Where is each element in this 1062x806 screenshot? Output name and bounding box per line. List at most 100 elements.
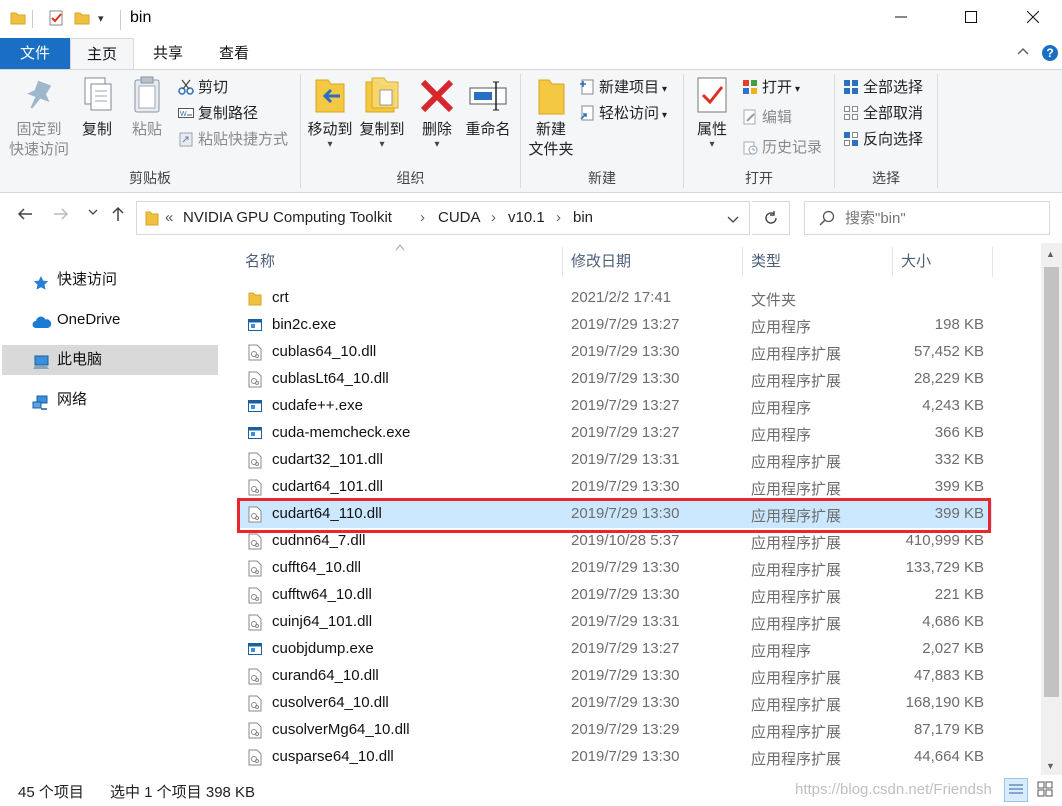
nav-item-network[interactable]: 网络 xyxy=(2,385,218,415)
file-row[interactable]: cudafe++.exe 2019/7/29 13:27 应用程序 4,243 KB xyxy=(238,393,992,420)
copy-button[interactable]: 复制 xyxy=(74,74,120,140)
refresh-icon xyxy=(764,211,777,224)
column-header-size[interactable]: 大小 xyxy=(901,243,991,281)
file-row[interactable]: cuobjdump.exe 2019/7/29 13:27 应用程序 2,027 KB xyxy=(238,636,992,663)
maximize-button[interactable] xyxy=(948,0,994,38)
tab-view[interactable]: 查看 xyxy=(202,38,266,70)
nav-item-quick-access[interactable]: 快速访问 xyxy=(2,265,218,295)
breadcrumb-v10-1[interactable]: v10.1 xyxy=(508,209,545,226)
scroll-up-arrow-icon[interactable]: ▲ xyxy=(1046,249,1055,259)
file-row[interactable]: cuda-memcheck.exe 2019/7/29 13:27 应用程序 366 … xyxy=(238,420,992,447)
address-path-box[interactable]: « NVIDIA GPU Computing Toolkit › CUDA › … xyxy=(136,201,750,235)
cut-button[interactable]: 剪切 xyxy=(178,76,228,100)
file-type: 应用程序扩展 xyxy=(751,724,842,741)
column-header-name[interactable]: 名称 xyxy=(245,243,561,281)
address-dropdown-button[interactable] xyxy=(727,212,739,229)
properties-button[interactable]: 属性 ▾ xyxy=(690,74,734,150)
select-all-button[interactable]: 全部选择 xyxy=(843,76,923,100)
help-icon[interactable]: ? xyxy=(1042,45,1058,61)
column-divider[interactable] xyxy=(562,247,563,277)
history-button[interactable]: 历史记录 xyxy=(742,136,822,160)
file-row[interactable]: cudnn64_7.dll 2019/10/28 5:37 应用程序扩展 410,99… xyxy=(238,528,992,555)
paste-button[interactable]: 粘贴 xyxy=(124,74,170,140)
open-button[interactable]: 打开 ▾ xyxy=(742,76,800,100)
pin-quick-access-button[interactable]: 固定到 快速访问 xyxy=(6,74,72,160)
new-item-button[interactable]: 新建项目 ▾ xyxy=(579,76,667,100)
up-button[interactable] xyxy=(110,205,126,228)
edit-label: 编辑 xyxy=(762,109,793,126)
invert-selection-button[interactable]: 反向选择 xyxy=(843,128,923,152)
maximize-icon xyxy=(965,10,977,28)
file-row[interactable]: cusolverMg64_10.dll 2019/7/29 13:29 应用程序扩展… xyxy=(238,717,992,744)
file-type: 应用程序扩展 xyxy=(751,616,842,633)
nav-item-this-pc[interactable]: 此电脑 xyxy=(2,345,218,375)
breadcrumb-overflow[interactable]: « xyxy=(165,209,173,226)
scroll-down-arrow-icon[interactable]: ▼ xyxy=(1046,761,1055,771)
properties-qa-icon[interactable] xyxy=(48,10,64,30)
copy-to-button[interactable]: 复制到 ▾ xyxy=(357,74,407,150)
file-row[interactable]: cusparse64_10.dll 2019/7/29 13:30 应用程序扩展 44… xyxy=(238,744,992,771)
easy-access-button[interactable]: 轻松访问 ▾ xyxy=(579,102,667,126)
new-folder-qa-icon[interactable] xyxy=(74,10,90,30)
file-date: 2019/7/29 13:30 xyxy=(571,478,680,495)
select-none-button[interactable]: 全部取消 xyxy=(843,102,923,126)
tab-share[interactable]: 共享 xyxy=(136,38,200,70)
breadcrumb-separator[interactable]: › xyxy=(420,209,425,226)
details-view-button[interactable] xyxy=(1004,778,1028,802)
search-input[interactable] xyxy=(845,208,1035,228)
file-row[interactable]: cudart64_110.dll 2019/7/29 13:30 应用程序扩展 399… xyxy=(238,501,992,528)
collapse-ribbon-icon[interactable] xyxy=(1016,44,1030,61)
folder-icon xyxy=(10,10,26,30)
paste-icon xyxy=(127,74,167,118)
file-row[interactable]: cufftw64_10.dll 2019/7/29 13:30 应用程序扩展 221 … xyxy=(238,582,992,609)
forward-button[interactable] xyxy=(52,205,70,228)
file-row[interactable]: cudart32_101.dll 2019/7/29 13:31 应用程序扩展 332… xyxy=(238,447,992,474)
file-row[interactable]: cublas64_10.dll 2019/7/29 13:30 应用程序扩展 57,4… xyxy=(238,339,992,366)
scrollbar-thumb[interactable] xyxy=(1044,267,1059,697)
file-row[interactable]: cufft64_10.dll 2019/7/29 13:30 应用程序扩展 133,7… xyxy=(238,555,992,582)
edit-button[interactable]: 编辑 xyxy=(742,106,792,130)
column-divider[interactable] xyxy=(892,247,893,277)
breadcrumb-cuda[interactable]: CUDA xyxy=(438,209,481,226)
file-name: cudnn64_7.dll xyxy=(272,532,366,549)
column-header-date[interactable]: 修改日期 xyxy=(571,243,741,281)
new-folder-button[interactable]: 新建 文件夹 xyxy=(525,74,577,160)
recent-locations-dropdown[interactable] xyxy=(88,207,98,220)
file-row[interactable]: cusolver64_10.dll 2019/7/29 13:30 应用程序扩展 16… xyxy=(238,690,992,717)
chevron-down-icon: ▾ xyxy=(379,139,385,150)
file-row[interactable]: cublasLt64_10.dll 2019/7/29 13:30 应用程序扩展 28… xyxy=(238,366,992,393)
file-row[interactable]: cudart64_101.dll 2019/7/29 13:30 应用程序扩展 399… xyxy=(238,474,992,501)
refresh-button[interactable] xyxy=(752,201,790,235)
tab-file[interactable]: 文件 xyxy=(0,38,70,70)
large-icons-view-button[interactable] xyxy=(1034,778,1058,802)
breadcrumb-bin[interactable]: bin xyxy=(573,209,593,226)
file-row[interactable]: cuinj64_101.dll 2019/7/29 13:31 应用程序扩展 4,68… xyxy=(238,609,992,636)
search-box[interactable] xyxy=(804,201,1050,235)
column-header-type[interactable]: 类型 xyxy=(751,243,891,281)
back-button[interactable] xyxy=(16,205,34,228)
column-divider[interactable] xyxy=(742,247,743,277)
breadcrumb-separator[interactable]: › xyxy=(556,209,561,226)
breadcrumb-separator[interactable]: › xyxy=(491,209,496,226)
delete-button[interactable]: 删除 ▾ xyxy=(417,74,457,150)
vertical-scrollbar[interactable]: ▲ ▼ xyxy=(1041,243,1062,775)
cut-label: 剪切 xyxy=(198,79,229,96)
rename-button[interactable]: 重命名 xyxy=(461,74,515,140)
copy-path-button[interactable]: W 复制路径 xyxy=(178,102,258,126)
breadcrumb-nvidia[interactable]: NVIDIA GPU Computing Toolkit xyxy=(183,209,392,226)
column-divider[interactable] xyxy=(992,247,993,277)
scissors-icon xyxy=(178,79,194,95)
file-row[interactable]: curand64_10.dll 2019/7/29 13:30 应用程序扩展 47,8… xyxy=(238,663,992,690)
file-row[interactable]: bin2c.exe 2019/7/29 13:27 应用程序 198 KB xyxy=(238,312,992,339)
minimize-button[interactable] xyxy=(878,0,924,38)
paste-shortcut-button[interactable]: 粘贴快捷方式 xyxy=(178,128,288,152)
file-type: 应用程序扩展 xyxy=(751,697,842,714)
close-button[interactable] xyxy=(1010,0,1056,38)
move-to-button[interactable]: 移动到 ▾ xyxy=(305,74,355,150)
nav-item-onedrive[interactable]: OneDrive xyxy=(2,305,218,335)
file-date: 2019/7/29 13:29 xyxy=(571,721,680,738)
file-date: 2021/2/2 17:41 xyxy=(571,289,672,306)
customize-qa-dropdown-icon[interactable]: ▾ xyxy=(98,12,104,25)
tab-home[interactable]: 主页 xyxy=(70,38,134,70)
file-row[interactable]: crt 2021/2/2 17:41 文件夹 xyxy=(238,285,992,312)
